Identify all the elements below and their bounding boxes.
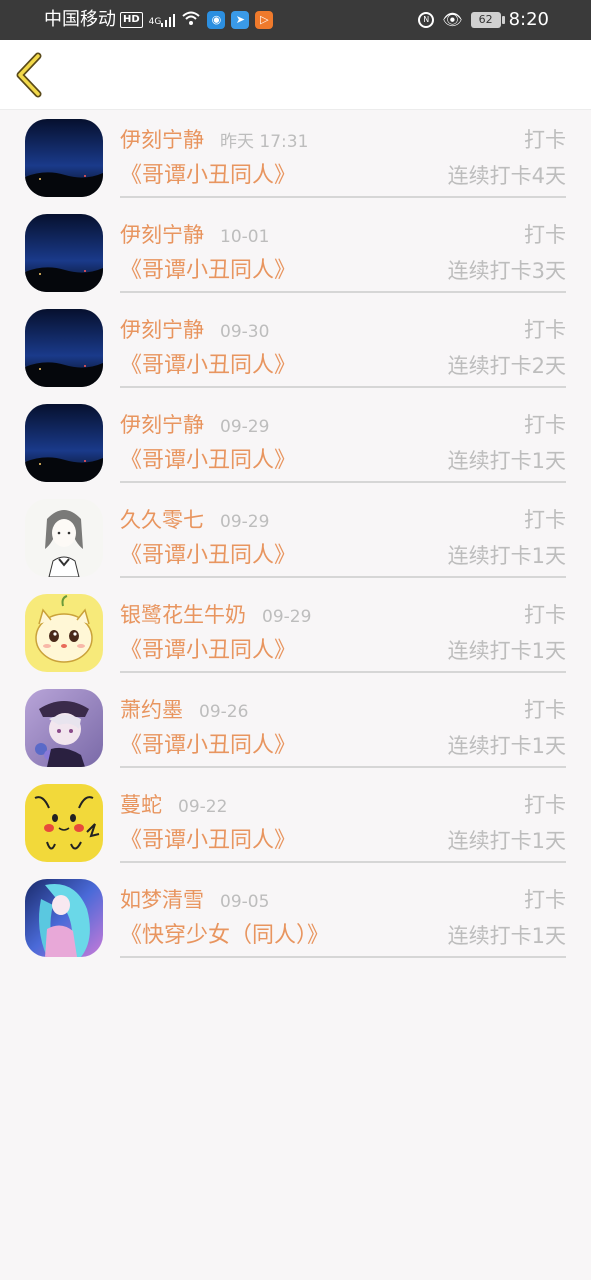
user-name: 萧约墨: [120, 698, 183, 722]
checkin-info[interactable]: 蔓蛇 09-22 打卡 《哥谭小丑同人》 连续打卡1天: [120, 775, 566, 863]
book-title: 《哥谭小丑同人》: [120, 543, 297, 568]
streak-label: 连续打卡1天: [447, 544, 566, 568]
checkin-row: 如梦清雪 09-05 打卡 《快穿少女（同人）》 连续打卡1天: [0, 870, 591, 965]
avatar[interactable]: [25, 119, 103, 197]
streak-label: 连续打卡1天: [447, 449, 566, 473]
checkin-date: 昨天 17:31: [220, 132, 309, 152]
status-right: N 👁 62 8:20: [418, 9, 549, 31]
play-app-icon: ▷: [255, 11, 274, 29]
battery-icon: 62: [470, 12, 505, 28]
action-label: 打卡: [524, 413, 566, 437]
streak-label: 连续打卡1天: [447, 829, 566, 853]
clock: 8:20: [508, 9, 549, 30]
user-name: 伊刻宁静: [120, 318, 204, 342]
checkin-date: 09-29: [220, 512, 270, 532]
send-app-icon: ➤: [231, 11, 250, 29]
avatar[interactable]: [25, 499, 103, 577]
checkin-row: 银鹭花生牛奶 09-29 打卡 《哥谭小丑同人》 连续打卡1天: [0, 585, 591, 680]
status-icons: HD 4G ◉ ➤ ▷: [120, 10, 274, 30]
avatar[interactable]: [25, 784, 103, 862]
user-name-line: 伊刻宁静 09-29: [120, 411, 269, 441]
network-label: 4G: [148, 17, 162, 27]
book-title: 《哥谭小丑同人》: [120, 353, 297, 378]
user-name: 伊刻宁静: [120, 128, 204, 152]
user-name: 蔓蛇: [120, 793, 162, 817]
checkin-info[interactable]: 伊刻宁静 昨天 17:31 打卡 《哥谭小丑同人》 连续打卡4天: [120, 110, 566, 198]
checkin-date: 09-29: [262, 607, 312, 627]
user-name: 伊刻宁静: [120, 223, 204, 247]
status-bar: 中国移动 HD 4G ◉ ➤ ▷ N 👁 62 8:20: [0, 0, 591, 40]
streak-label: 连续打卡2天: [447, 354, 566, 378]
book-title: 《哥谭小丑同人》: [120, 828, 297, 853]
user-name-line: 蔓蛇 09-22: [120, 791, 227, 821]
user-name-line: 如梦清雪 09-05: [120, 886, 269, 916]
checkin-date: 09-22: [178, 797, 228, 817]
action-label: 打卡: [524, 223, 566, 247]
user-name: 银鹭花生牛奶: [120, 603, 246, 627]
user-name: 伊刻宁静: [120, 413, 204, 437]
hd-icon: HD: [120, 12, 143, 28]
action-label: 打卡: [524, 128, 566, 152]
checkin-row: 蔓蛇 09-22 打卡 《哥谭小丑同人》 连续打卡1天: [0, 775, 591, 870]
signal-icon: 4G: [149, 13, 176, 27]
checkin-info[interactable]: 伊刻宁静 10-01 打卡 《哥谭小丑同人》 连续打卡3天: [120, 205, 566, 293]
streak-label: 连续打卡4天: [447, 164, 566, 188]
checkin-info[interactable]: 如梦清雪 09-05 打卡 《快穿少女（同人）》 连续打卡1天: [120, 870, 566, 958]
streak-label: 连续打卡1天: [447, 639, 566, 663]
action-label: 打卡: [524, 698, 566, 722]
user-name-line: 萧约墨 09-26: [120, 696, 248, 726]
eye-comfort-icon: 👁: [442, 10, 463, 29]
user-name-line: 伊刻宁静 昨天 17:31: [120, 126, 308, 156]
checkin-row: 伊刻宁静 09-29 打卡 《哥谭小丑同人》 连续打卡1天: [0, 395, 591, 490]
action-label: 打卡: [524, 318, 566, 342]
chevron-left-icon: [16, 52, 42, 98]
checkin-row: 伊刻宁静 09-30 打卡 《哥谭小丑同人》 连续打卡2天: [0, 300, 591, 395]
checkin-info[interactable]: 伊刻宁静 09-29 打卡 《哥谭小丑同人》 连续打卡1天: [120, 395, 566, 483]
book-title: 《哥谭小丑同人》: [120, 638, 297, 663]
bird-app-icon: ◉: [207, 11, 226, 29]
checkin-info[interactable]: 久久零七 09-29 打卡 《哥谭小丑同人》 连续打卡1天: [120, 490, 566, 578]
user-name-line: 伊刻宁静 10-01: [120, 221, 269, 251]
avatar[interactable]: [25, 214, 103, 292]
checkin-date: 10-01: [220, 227, 270, 247]
action-label: 打卡: [524, 888, 566, 912]
checkin-row: 伊刻宁静 10-01 打卡 《哥谭小丑同人》 连续打卡3天: [0, 205, 591, 300]
checkin-info[interactable]: 伊刻宁静 09-30 打卡 《哥谭小丑同人》 连续打卡2天: [120, 300, 566, 388]
user-name-line: 伊刻宁静 09-30: [120, 316, 269, 346]
streak-label: 连续打卡1天: [447, 924, 566, 948]
user-name-line: 久久零七 09-29: [120, 506, 269, 536]
book-title: 《哥谭小丑同人》: [120, 733, 297, 758]
streak-label: 连续打卡1天: [447, 734, 566, 758]
avatar[interactable]: [25, 879, 103, 957]
checkin-row: 久久零七 09-29 打卡 《哥谭小丑同人》 连续打卡1天: [0, 490, 591, 585]
checkin-info[interactable]: 萧约墨 09-26 打卡 《哥谭小丑同人》 连续打卡1天: [120, 680, 566, 768]
action-label: 打卡: [524, 793, 566, 817]
book-title: 《哥谭小丑同人》: [120, 448, 297, 473]
action-label: 打卡: [524, 603, 566, 627]
checkin-row: 萧约墨 09-26 打卡 《哥谭小丑同人》 连续打卡1天: [0, 680, 591, 775]
avatar[interactable]: [25, 309, 103, 387]
streak-label: 连续打卡3天: [447, 259, 566, 283]
checkin-date: 09-29: [220, 417, 270, 437]
avatar[interactable]: [25, 404, 103, 482]
book-title: 《快穿少女（同人）》: [120, 923, 330, 948]
checkin-date: 09-05: [220, 892, 270, 912]
carrier-label: 中国移动: [44, 9, 116, 30]
user-name: 久久零七: [120, 508, 204, 532]
wifi-icon: [181, 10, 201, 30]
user-name: 如梦清雪: [120, 888, 204, 912]
top-nav-bar: [0, 40, 591, 110]
checkin-date: 09-26: [199, 702, 249, 722]
book-title: 《哥谭小丑同人》: [120, 163, 297, 188]
checkin-date: 09-30: [220, 322, 270, 342]
nfc-icon: N: [418, 12, 435, 28]
back-button[interactable]: [10, 50, 56, 100]
action-label: 打卡: [524, 508, 566, 532]
checkin-row: 伊刻宁静 昨天 17:31 打卡 《哥谭小丑同人》 连续打卡4天: [0, 110, 591, 205]
avatar[interactable]: [25, 594, 103, 672]
book-title: 《哥谭小丑同人》: [120, 258, 297, 283]
user-name-line: 银鹭花生牛奶 09-29: [120, 601, 311, 631]
avatar[interactable]: [25, 689, 103, 767]
checkin-info[interactable]: 银鹭花生牛奶 09-29 打卡 《哥谭小丑同人》 连续打卡1天: [120, 585, 566, 673]
